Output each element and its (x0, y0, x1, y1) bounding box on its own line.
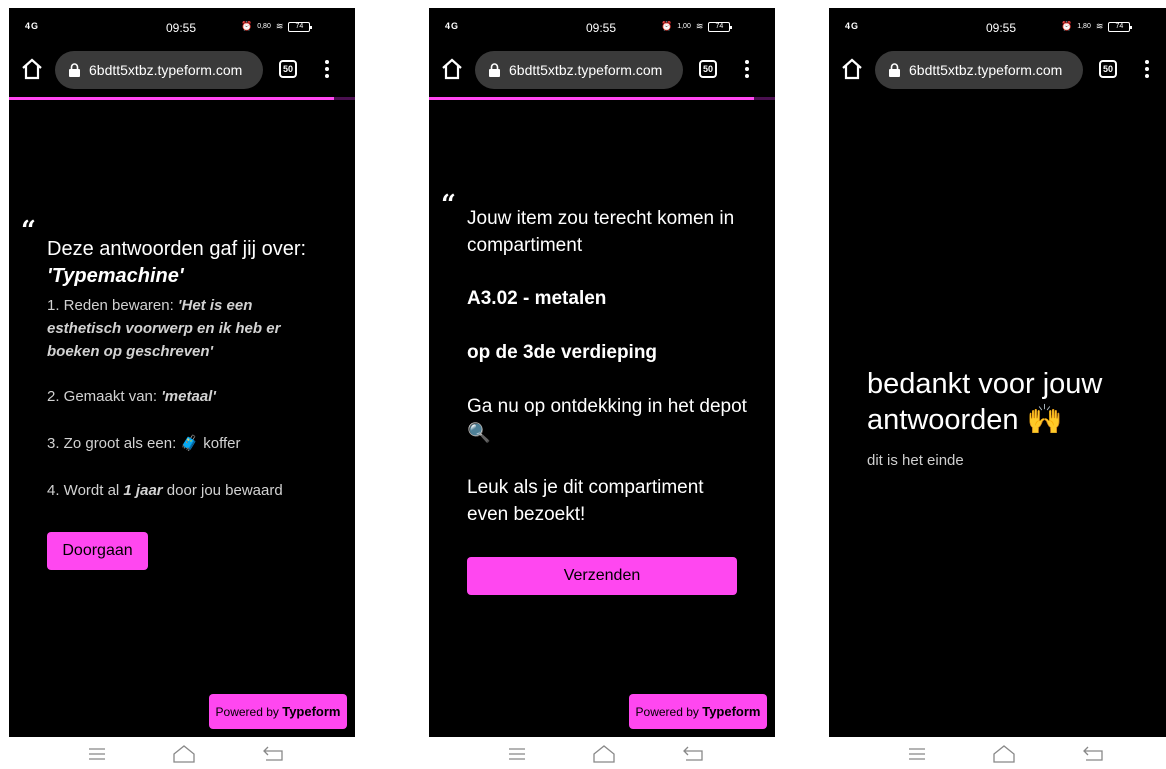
title-text: bedankt voor jouw antwoorden (867, 368, 1103, 436)
nav-home-icon[interactable] (173, 745, 195, 763)
continue-button[interactable]: Doorgaan (47, 532, 148, 570)
size-value: koffer (199, 435, 241, 452)
powered-prefix: Powered by (215, 705, 283, 719)
magnifier-icon: 🔍 (467, 423, 491, 444)
raised-hands-icon: 🙌 (1026, 404, 1063, 436)
address-bar[interactable]: 6bdtt5xtbz.typeform.com (55, 51, 263, 89)
powered-by-typeform-link[interactable]: Powered by Typeform (209, 694, 347, 729)
intro-text: Jouw item zou terecht komen in compartim… (467, 208, 735, 256)
size-label: 3. Zo groot als een: (47, 435, 181, 452)
recent-apps-icon[interactable] (89, 748, 105, 760)
powered-brand: Typeform (702, 704, 761, 719)
recent-apps-icon[interactable] (909, 748, 925, 760)
kept-value: 1 jaar (123, 482, 163, 499)
material-label: 2. Gemaakt van: (47, 388, 162, 405)
battery-icon: 74 (288, 21, 313, 32)
status-icons: ⏰ 1,00 ≋ 74 (661, 21, 733, 32)
kept-prefix: 4. Wordt al (47, 482, 124, 499)
answer-material: 2. Gemaakt van: 'metaal' (47, 385, 327, 408)
reason-label: 1. Reden bewaren: (47, 297, 178, 314)
nav-home-icon[interactable] (993, 745, 1015, 763)
powered-by-typeform-link[interactable]: Powered by Typeform (629, 694, 767, 729)
phone-screen-2: 4G 09:55 ⏰ 1,00 ≋ 74 6bdtt5xtbz.typeform… (429, 8, 775, 769)
title-text: Deze antwoorden gaf jij over: (47, 238, 307, 260)
quote-icon: “ (441, 190, 456, 220)
tab-switcher-button[interactable]: 50 (699, 60, 717, 78)
powered-brand: Typeform (282, 704, 341, 719)
clock: 09:55 (586, 21, 617, 35)
speed-readout: 0,80 (257, 23, 271, 30)
question-title: Deze antwoorden gaf jij over: 'Typemachi… (47, 236, 347, 290)
status-bar: 4G 09:55 ⏰ 0,80 ≋ 74 (9, 8, 355, 48)
wifi-icon: ≋ (275, 21, 284, 31)
thank-you-title: bedankt voor jouw antwoorden 🙌 (867, 366, 1157, 438)
visit-text: Leuk als je dit compartiment even bezoek… (467, 477, 704, 525)
answer-reason: 1. Reden bewaren: 'Het is een esthetisch… (47, 294, 327, 363)
clock: 09:55 (166, 21, 197, 35)
url-text: 6bdtt5xtbz.typeform.com (509, 62, 663, 78)
answer-size: 3. Zo groot als een: 🧳 koffer (47, 432, 327, 455)
browser-toolbar: 6bdtt5xtbz.typeform.com 50 (429, 48, 775, 94)
overflow-menu-icon[interactable] (741, 58, 753, 80)
phone-screen-3: 4G 09:55 ⏰ 1,80 ≋ 74 6bdtt5xtbz.typeform… (829, 8, 1166, 769)
nav-back-icon[interactable] (683, 746, 703, 761)
battery-icon: 74 (708, 21, 733, 32)
tab-switcher-button[interactable]: 50 (279, 60, 297, 78)
subject-text: 'Typemachine' (47, 265, 184, 287)
home-icon[interactable] (441, 57, 463, 81)
system-nav-bar (9, 737, 355, 769)
material-value: 'metaal' (161, 388, 216, 405)
nav-home-icon[interactable] (593, 745, 615, 763)
form-content: “ Jouw item zou terecht komen in compart… (429, 100, 775, 696)
alarm-icon: ⏰ (661, 21, 673, 31)
explore-label: Ga nu op ontdekking in het depot (467, 396, 747, 417)
recent-apps-icon[interactable] (509, 748, 525, 760)
explore-text: Ga nu op ontdekking in het depot 🔍 (467, 393, 747, 447)
status-bar: 4G 09:55 ⏰ 1,00 ≋ 74 (429, 8, 775, 48)
alarm-icon: ⏰ (241, 21, 253, 31)
quote-icon: “ (21, 216, 36, 246)
floor-text: op de 3de verdieping (467, 342, 658, 363)
form-content: “ Deze antwoorden gaf jij over: 'Typemac… (9, 100, 355, 696)
system-nav-bar (829, 737, 1166, 769)
network-indicator: 4G (445, 21, 460, 31)
address-bar[interactable]: 6bdtt5xtbz.typeform.com (475, 51, 683, 89)
network-indicator: 4G (25, 21, 40, 31)
home-icon[interactable] (21, 57, 43, 81)
answer-kept: 4. Wordt al 1 jaar door jou bewaard (47, 479, 327, 502)
url-text: 6bdtt5xtbz.typeform.com (89, 62, 243, 78)
status-icons: ⏰ 0,80 ≋ 74 (241, 21, 313, 32)
system-nav-bar (429, 737, 775, 769)
overflow-menu-icon[interactable] (321, 58, 333, 80)
phone-screen-1: 4G 09:55 ⏰ 0,80 ≋ 74 6bdtt5xtbz.typeform… (9, 8, 355, 769)
form-content: bedankt voor jouw antwoorden 🙌 dit is he… (829, 8, 1166, 604)
kept-suffix: door jou bewaard (162, 482, 283, 499)
speed-readout: 1,00 (677, 23, 691, 30)
browser-toolbar: 6bdtt5xtbz.typeform.com 50 (9, 48, 355, 94)
powered-prefix: Powered by (635, 705, 703, 719)
suitcase-icon: 🧳 (180, 435, 200, 452)
wifi-icon: ≋ (695, 21, 704, 31)
nav-back-icon[interactable] (263, 746, 283, 761)
lock-icon (69, 63, 80, 77)
nav-back-icon[interactable] (1083, 746, 1103, 761)
thank-you-subtitle: dit is het einde (867, 452, 964, 469)
submit-button[interactable]: Verzenden (467, 557, 737, 595)
compartment-text: A3.02 - metalen (467, 288, 607, 309)
lock-icon (489, 63, 500, 77)
